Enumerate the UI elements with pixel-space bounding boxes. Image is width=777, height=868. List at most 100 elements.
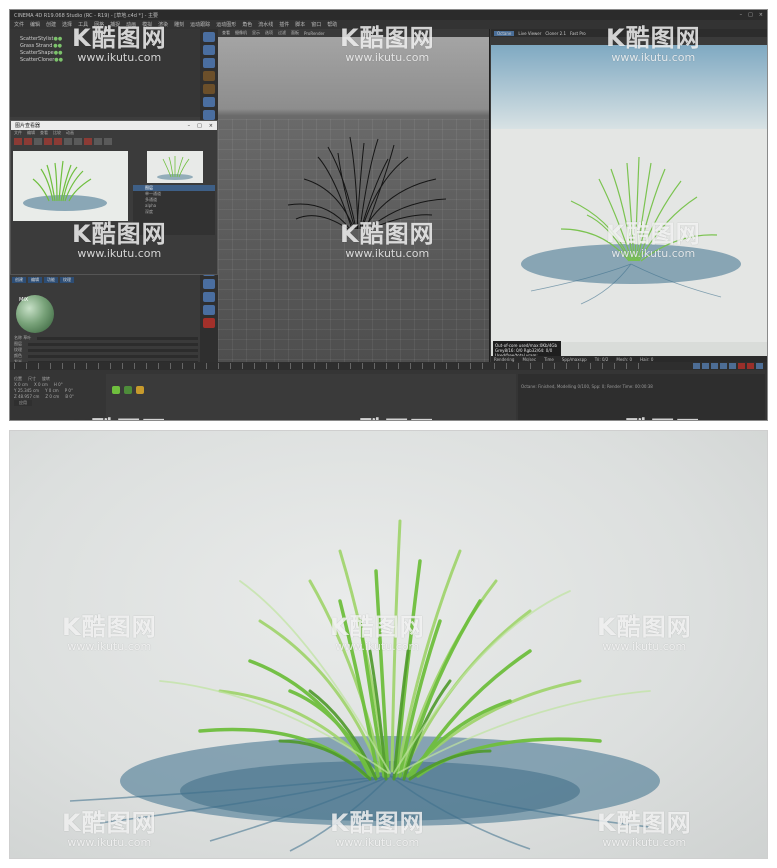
menu-item[interactable]: 比较 (53, 130, 61, 136)
menu-item[interactable]: 工具 (78, 21, 88, 28)
render-icon[interactable] (14, 137, 22, 145)
grass-render (521, 156, 741, 305)
picture-viewer-title: 图片查看器 (15, 123, 41, 129)
menu-item[interactable]: 角色 (242, 21, 252, 28)
stop-icon[interactable] (24, 137, 32, 145)
menu-item[interactable]: 雕刻 (174, 21, 184, 28)
stereo-icon[interactable] (104, 137, 112, 145)
material-tab[interactable]: 纹理 (60, 277, 74, 283)
menu-item[interactable]: 创建 (46, 21, 56, 28)
menu-item[interactable]: 运动跟踪 (190, 21, 210, 28)
menu-item[interactable]: 捕捉 (110, 21, 120, 28)
close-button[interactable]: × (209, 123, 213, 129)
status-item: Time (544, 356, 554, 362)
status-item: Rendering (494, 356, 515, 362)
grass-render-preview: K酷图网 www.ikutu.com K酷图网 www.ikutu.com K酷… (9, 430, 768, 859)
object-row[interactable]: ScatterStylist ●● (10, 35, 200, 42)
close-button[interactable]: × (759, 12, 763, 18)
property-field[interactable] (28, 354, 198, 358)
maximize-button[interactable]: □ (197, 123, 202, 129)
ab-compare-icon[interactable] (54, 137, 62, 145)
material-swatch[interactable] (136, 386, 144, 394)
next-frame-icon[interactable] (720, 363, 727, 369)
object-row[interactable]: ScatterShape ●● (10, 49, 200, 56)
menu-item[interactable]: 编辑 (27, 130, 35, 136)
menu-item[interactable]: 模拟 (142, 21, 152, 28)
menu-item[interactable]: 运动图形 (216, 21, 236, 28)
rotate-tool-icon[interactable] (203, 58, 215, 68)
polygons-mode-icon[interactable] (203, 110, 215, 120)
scale-tool-icon[interactable] (203, 45, 215, 55)
material-swatch[interactable] (112, 386, 120, 394)
timeline[interactable] (10, 362, 767, 370)
material-tabs: 创建 编辑 功能 纹理 (10, 275, 200, 285)
grass-render-thumbnail (23, 160, 107, 211)
picture-viewer-toolbar (11, 136, 217, 146)
menu-item[interactable]: 查看 (40, 130, 48, 136)
play-icon[interactable] (711, 363, 718, 369)
menu-item[interactable]: 选择 (62, 21, 72, 28)
property-field[interactable] (28, 348, 198, 352)
octane-live-viewer: Octane Live Viewer Cloner 2.1 Fast Pro O… (491, 29, 767, 362)
material-tab[interactable]: 功能 (44, 277, 58, 283)
material-label: MIX (19, 297, 29, 303)
menu-item[interactable]: 文件 (14, 130, 22, 136)
save-icon[interactable] (34, 137, 42, 145)
menu-item[interactable]: 动画 (66, 130, 74, 136)
menu-item[interactable]: 插件 (279, 21, 289, 28)
go-end-icon[interactable] (729, 363, 736, 369)
menu-item[interactable]: 动画 (126, 21, 136, 28)
picture-viewer-history-thumb[interactable] (147, 151, 203, 183)
material-tab[interactable]: 创建 (12, 277, 26, 283)
object-mode-icon[interactable] (203, 71, 215, 81)
fit-icon[interactable] (74, 137, 82, 145)
object-row[interactable]: ScatterCloner ●● (10, 56, 200, 63)
3d-viewport[interactable]: 查看 摄像机 显示 选项 过滤 面板 ProRender (218, 29, 490, 362)
camera-icon[interactable] (203, 305, 215, 315)
coordinate-manager: 位置 尺寸 旋转 X 0 cm X 0 cm H 0° Y 25.345 cm Y 0 c… (14, 376, 104, 406)
menu-item[interactable]: 文件 (14, 21, 24, 28)
uv-icon[interactable] (203, 279, 215, 289)
edges-mode-icon[interactable] (203, 97, 215, 107)
picture-viewer-window: 图片查看器 – □ × 文件 编辑 查看 比较 动画 图层 单一通道 多通道 a… (10, 120, 218, 275)
minimize-button[interactable]: – (740, 12, 743, 18)
filter-icon[interactable] (94, 137, 102, 145)
window-titlebar: CINEMA 4D R19.068 Studio (RC - R19) - [草… (10, 10, 767, 20)
go-start-icon[interactable] (693, 363, 700, 369)
property-field[interactable] (37, 336, 198, 340)
menu-item[interactable]: 网格 (94, 21, 104, 28)
apply-button[interactable]: 应用 (14, 400, 32, 406)
menu-item[interactable]: 渲染 (158, 21, 168, 28)
timeline-ruler[interactable] (14, 363, 647, 369)
maximize-button[interactable]: □ (748, 12, 753, 18)
region-icon[interactable] (44, 137, 52, 145)
console-log: Octane: Finished, Modelling 0/100, Spp: … (518, 374, 765, 420)
layer-item[interactable]: 深度 (133, 209, 215, 215)
window-title: CINEMA 4D R19.068 Studio (RC - R19) - [草… (14, 12, 158, 19)
status-item: Tri: 0/2 (594, 356, 609, 362)
material-swatch[interactable] (124, 386, 132, 394)
move-tool-icon[interactable] (203, 32, 215, 42)
histogram-icon[interactable] (84, 137, 92, 145)
property-field[interactable] (28, 342, 198, 346)
minimize-button[interactable]: – (188, 123, 191, 129)
object-row[interactable]: Grass Strand ●● (10, 42, 200, 49)
menu-item[interactable]: 脚本 (295, 21, 305, 28)
menu-item[interactable]: 窗口 (311, 21, 321, 28)
left-panel: ScatterStylist ●● Grass Strand ●● ScatterS… (10, 29, 218, 364)
light-icon[interactable] (203, 292, 215, 302)
record-icon[interactable] (203, 318, 215, 328)
grass-wireframe (287, 136, 447, 230)
autokey-icon[interactable] (747, 363, 754, 369)
keyframe-icon[interactable] (756, 363, 763, 369)
status-item: Mesh: 0 (616, 356, 633, 362)
menu-item[interactable]: 编辑 (30, 21, 40, 28)
picture-viewer-controls: – □ × (188, 123, 217, 129)
prev-frame-icon[interactable] (702, 363, 709, 369)
menu-item[interactable]: 帮助 (327, 21, 337, 28)
menu-item[interactable]: 流水线 (258, 21, 273, 28)
material-tab[interactable]: 编辑 (28, 277, 42, 283)
points-mode-icon[interactable] (203, 84, 215, 94)
zoom-icon[interactable] (64, 137, 72, 145)
record-key-icon[interactable] (738, 363, 745, 369)
